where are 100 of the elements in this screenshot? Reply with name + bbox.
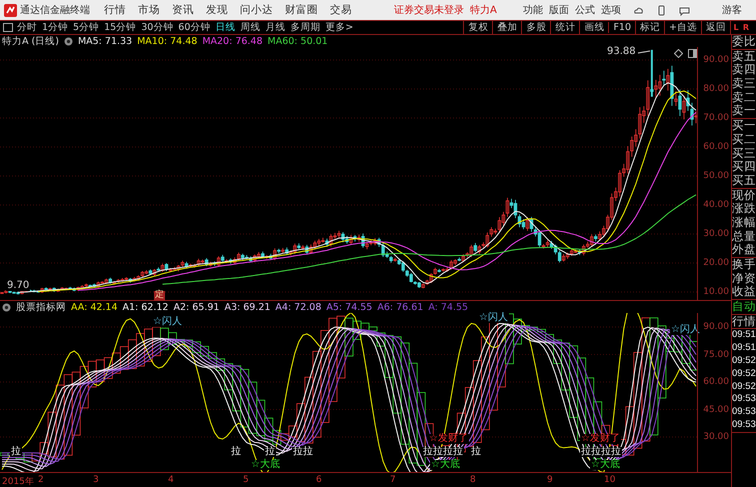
axis-tick-label: 75.00	[703, 350, 729, 360]
signal-label: 拉	[264, 447, 276, 458]
period-tab[interactable]: 日线	[215, 21, 236, 34]
menu-item[interactable]: 功能	[522, 3, 543, 17]
user-name[interactable]: 游客	[722, 3, 742, 17]
toolbar-button[interactable]: F10	[608, 22, 636, 33]
quote-label: 换手	[732, 258, 756, 272]
menu-item[interactable]: 行情	[104, 3, 126, 17]
toolbar-button[interactable]: 统计	[550, 21, 580, 34]
toolbar-button[interactable]: 返回	[701, 21, 730, 34]
toolbar-button[interactable]: 叠加	[492, 21, 522, 34]
indicator-value: A1: 62.12	[122, 302, 168, 313]
app-title: 通达信金融终端	[20, 4, 90, 17]
low-price-label: 9.70	[6, 281, 30, 291]
signal-label: ☆大底	[590, 460, 621, 470]
axis-tick-label: 40.00	[703, 200, 729, 210]
quote-label: 委比	[732, 35, 756, 49]
quote-label: 买一	[732, 119, 756, 133]
moving-average-value: MA5: 71.33	[78, 36, 132, 46]
axis-date-label: 3	[93, 475, 99, 486]
period-tab[interactable]: 30分钟	[141, 21, 174, 34]
period-tab[interactable]: 周线	[240, 21, 260, 34]
panel-tab[interactable]: L	[731, 23, 741, 32]
signal-label: 拉拉拉拉	[580, 447, 622, 458]
quote-label: 外盘	[732, 243, 756, 257]
axis-tick-label: 60.00	[703, 142, 729, 152]
trade-time: 09:52	[732, 368, 756, 381]
indicator-value: A4: 72.08	[275, 302, 322, 313]
trade-time: 09:53	[732, 393, 756, 406]
login-status: 证券交易未登录	[394, 4, 464, 17]
axis-tick-label: 80.00	[703, 84, 729, 94]
axis-tick-label: 50.00	[703, 171, 729, 181]
period-tab[interactable]: 1分钟	[42, 21, 68, 34]
axis-date-label: 2	[38, 475, 44, 486]
indicator-value: A3: 69.21	[224, 302, 270, 313]
signal-label: 拉	[230, 447, 242, 458]
indicator-value: A6: 76.61	[377, 302, 424, 313]
menu-item[interactable]: 版面	[548, 3, 569, 17]
signal-label: 拉	[10, 447, 22, 458]
signal-label: ☆闪人	[478, 313, 509, 324]
indicator-value: A: 74.55	[428, 302, 468, 313]
menu-item[interactable]: 问小达	[240, 3, 273, 17]
trade-time: 09:52	[732, 380, 756, 394]
axis-tick-label: 90.00	[703, 55, 729, 65]
period-tab[interactable]: 5分钟	[73, 21, 100, 34]
period-tab[interactable]: 分时	[17, 21, 37, 34]
quote-label: 卖二	[732, 90, 756, 104]
signal-label: 拉	[470, 447, 482, 458]
menu-item[interactable]: 交易	[330, 3, 352, 17]
trade-time: 09:53	[732, 419, 756, 432]
trade-time: 09:51	[732, 329, 756, 342]
axis-tick-label: 45.00	[703, 404, 729, 415]
toolbar-button[interactable]: +自选	[664, 21, 701, 34]
signal-label: ☆大底	[250, 460, 281, 470]
axis-date-label: 7	[390, 475, 396, 486]
signal-label: ☆闪人	[152, 317, 183, 328]
trade-time: 09:53	[732, 406, 756, 420]
toolbar-button[interactable]: 多股	[521, 21, 550, 34]
toolbar-button[interactable]: 画线	[579, 21, 608, 34]
signal-label: ☆发财了	[580, 434, 621, 444]
quote-label: 涨幅	[732, 216, 756, 230]
axis-date-label: 4	[168, 475, 174, 486]
signal-label: 拉拉拉拉	[422, 447, 464, 458]
indicator-value: AA: 42.14	[71, 302, 118, 313]
indicator-value: A2: 65.91	[173, 302, 220, 313]
quote-label: 净资	[732, 272, 756, 286]
toolbar-button[interactable]: 复权	[463, 21, 492, 34]
axis-tick-label: 70.00	[703, 113, 729, 123]
quote-label: 收益	[732, 285, 756, 300]
axis-date-label: 8	[470, 475, 476, 486]
menu-item[interactable]: 市场	[138, 3, 160, 17]
axis-date-label: 9	[547, 475, 553, 486]
mode-label[interactable]: 自动	[732, 300, 756, 314]
axis-tick-label: 30.00	[703, 229, 729, 239]
axis-date-label: 2015年	[2, 476, 34, 487]
menu-item[interactable]: 选项	[600, 3, 621, 17]
menu-item[interactable]: 发现	[206, 3, 228, 17]
axis-tick-label: 20.00	[703, 258, 729, 268]
panel-tab[interactable]: R	[741, 23, 751, 32]
period-tab[interactable]: 月线	[265, 21, 286, 34]
quote-label: 买二	[732, 132, 756, 146]
menu-item[interactable]: 财富圈	[285, 3, 318, 17]
quote-label: 卖一	[732, 104, 756, 118]
period-tab[interactable]: 15分钟	[104, 21, 136, 34]
quote-label: 行情	[732, 314, 756, 328]
period-tab[interactable]: 60分钟	[178, 21, 210, 34]
moving-average-value: MA20: 76.48	[202, 36, 263, 46]
quote-label: 卖五	[732, 50, 756, 64]
axis-tick-label: 30.00	[703, 432, 729, 442]
period-tab[interactable]: 更多>	[325, 21, 354, 34]
quote-label: 买五	[732, 174, 756, 188]
axis-tick-label: 10.00	[703, 287, 729, 297]
signal-label: ☆大底	[430, 460, 461, 470]
menu-item[interactable]: 资讯	[172, 3, 194, 17]
indicator-value: A5: 74.55	[326, 302, 372, 313]
chart-title: 特力A (日线)	[2, 34, 59, 48]
menu-item[interactable]: 公式	[574, 3, 595, 17]
stock-name: 特力A	[470, 4, 497, 17]
period-tab[interactable]: 多周期	[290, 21, 320, 34]
toolbar-button[interactable]: 标记	[635, 21, 664, 34]
